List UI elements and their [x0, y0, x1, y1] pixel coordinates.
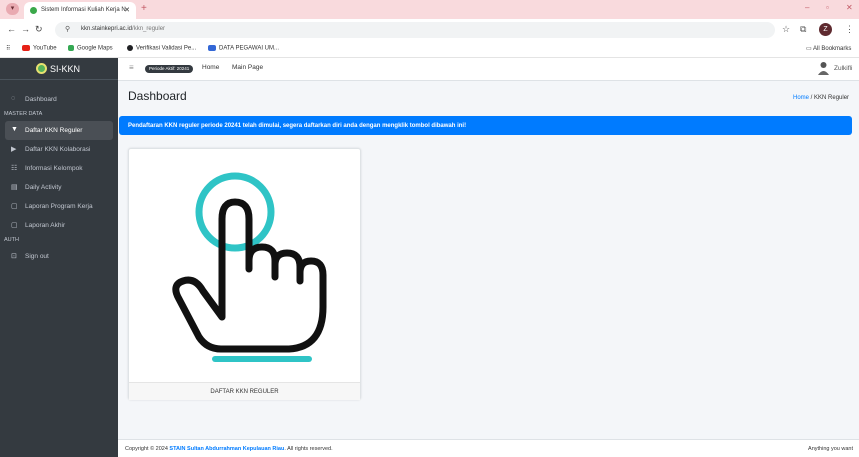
browser-tab[interactable]: Sistem Informasi Kuliah Kerja N ✕ — [24, 2, 136, 19]
sidebar-item-laporan-program-kerja[interactable]: ▢ Laporan Program Kerja — [5, 197, 113, 216]
tab-close-icon[interactable]: ✕ — [124, 6, 130, 14]
copyright-prefix: Copyright © 2024 — [125, 446, 168, 452]
sidebar-item-laporan-akhir[interactable]: ▢ Laporan Akhir — [5, 216, 113, 235]
tab-search-icon[interactable]: ▾ — [6, 3, 19, 15]
user-name[interactable]: Zulkifli — [834, 65, 852, 72]
registration-alert: Pendaftaran KKN reguler periode 20241 te… — [119, 116, 852, 135]
logo-icon — [36, 63, 47, 74]
sidebar: SI-KKN ◌ Dashboard MASTER DATA ▼ Daftar … — [0, 58, 118, 457]
sidebar-item-label: Daftar KKN Kolaborasi — [25, 146, 91, 153]
calendar-icon: ▤ — [11, 184, 18, 191]
bookmarks-bar: ⠿ YouTube Google Maps Verifikasi Validas… — [0, 41, 859, 58]
all-bookmarks[interactable]: ▭ All Bookmarks — [806, 45, 851, 52]
sidebar-item-dashboard[interactable]: ◌ Dashboard — [5, 90, 113, 109]
sign-out-icon: ⊡ — [11, 253, 17, 260]
browser-toolbar: ← → ↻ ⚲ kkn.stainkepri.ac.id/kkn_reguler… — [0, 19, 859, 41]
group-icon: ☷ — [11, 165, 18, 172]
reload-icon[interactable]: ↻ — [35, 24, 43, 35]
sidebar-item-label: Informasi Kelompok — [25, 165, 83, 172]
forward-icon[interactable]: → — [21, 24, 30, 34]
daftar-kkn-reguler-card[interactable]: DAFTAR KKN REGULER — [128, 148, 361, 400]
browser-chrome: ▾ Sistem Informasi Kuliah Kerja N ✕ + – … — [0, 0, 859, 58]
breadcrumb-current: KKN Reguler — [814, 95, 850, 101]
sidebar-item-label: Daftar KKN Reguler — [25, 127, 83, 134]
sidebar-item-label: Sign out — [25, 253, 49, 260]
tab-bar: ▾ Sistem Informasi Kuliah Kerja N ✕ + – … — [0, 0, 859, 19]
back-icon[interactable]: ← — [7, 24, 16, 34]
breadcrumb-home-link[interactable]: Home — [793, 95, 809, 101]
sidebar-section-auth: AUTH — [4, 237, 19, 243]
sidebar-item-daftar-kkn-reguler[interactable]: ▼ Daftar KKN Reguler — [5, 121, 113, 140]
sidebar-item-daily-activity[interactable]: ▤ Daily Activity — [5, 178, 113, 197]
bookmark-verifikasi[interactable]: Verifikasi Validasi Pe... — [127, 45, 196, 52]
url-path: /kkn_reguler — [132, 26, 166, 32]
copyright: Copyright © 2024 STAIN Sultan Abdurrahma… — [125, 446, 333, 452]
sidebar-item-label: Daily Activity — [25, 184, 62, 191]
new-tab-icon[interactable]: + — [141, 3, 147, 14]
sidebar-item-daftar-kkn-kolaborasi[interactable]: ▶ Daftar KKN Kolaborasi — [5, 140, 113, 159]
tab-title: Sistem Informasi Kuliah Kerja N — [41, 7, 126, 13]
site-info-icon[interactable]: ⚲ — [65, 25, 70, 33]
google-maps-icon — [68, 45, 74, 51]
url-host: kkn.stainkepri.ac.id — [81, 26, 133, 32]
flag-icon: ▼ — [11, 126, 18, 133]
minimize-icon[interactable]: – — [805, 3, 809, 12]
window-close-icon[interactable]: ✕ — [846, 3, 853, 12]
profile-avatar[interactable]: Z — [819, 23, 832, 36]
hand-click-icon[interactable] — [129, 149, 362, 381]
sidebar-item-label: Dashboard — [25, 96, 57, 103]
top-navbar: ≡ Periode Aktif: 20241 Home Main Page Zu… — [118, 58, 859, 81]
nav-main-page-link[interactable]: Main Page — [232, 64, 263, 71]
footer: Copyright © 2024 STAIN Sultan Abdurrahma… — [118, 439, 859, 457]
data-icon — [208, 45, 216, 51]
brand-name: SI-KKN — [50, 64, 81, 74]
flag-icon: ▶ — [11, 146, 17, 153]
menu-toggle-icon[interactable]: ≡ — [129, 63, 134, 72]
card-label[interactable]: DAFTAR KKN REGULER — [129, 382, 360, 400]
nav-home-link[interactable]: Home — [202, 64, 219, 71]
apps-icon[interactable]: ⠿ — [6, 45, 10, 52]
document-icon: ▢ — [11, 222, 18, 229]
youtube-icon — [22, 45, 30, 51]
bookmark-data-pegawai[interactable]: DATA PEGAWAI UM... — [208, 45, 279, 52]
breadcrumb: Home / KKN Reguler — [793, 95, 849, 101]
period-badge: Periode Aktif: 20241 — [145, 65, 194, 73]
bookmark-youtube[interactable]: YouTube — [22, 45, 57, 52]
sidebar-item-label: Laporan Program Kerja — [25, 203, 93, 210]
institution-link[interactable]: STAIN Sultan Abdurrahman Kepulauan Riau — [169, 446, 284, 452]
extensions-icon[interactable]: ⧉ — [800, 24, 806, 35]
dashboard-icon: ◌ — [11, 95, 16, 102]
footer-right-text: Anything you want — [808, 446, 853, 452]
sidebar-item-informasi-kelompok[interactable]: ☷ Informasi Kelompok — [5, 159, 113, 178]
web-icon — [127, 45, 133, 51]
document-icon: ▢ — [11, 203, 18, 210]
user-avatar[interactable] — [818, 61, 829, 75]
brand[interactable]: SI-KKN — [0, 58, 118, 80]
sidebar-item-label: Laporan Akhir — [25, 222, 66, 229]
folder-icon: ▭ — [806, 46, 814, 52]
restore-icon[interactable]: ▫ — [826, 3, 829, 12]
bookmark-star-icon[interactable]: ☆ — [782, 24, 790, 35]
address-bar[interactable]: ⚲ kkn.stainkepri.ac.id/kkn_reguler — [55, 22, 775, 38]
browser-menu-icon[interactable]: ⋮ — [845, 24, 854, 35]
sidebar-section-master-data: MASTER DATA — [4, 111, 43, 117]
sidebar-menu: ◌ Dashboard MASTER DATA ▼ Daftar KKN Reg… — [0, 80, 118, 266]
bookmark-google-maps[interactable]: Google Maps — [68, 45, 113, 52]
copyright-suffix: . All rights reserved. — [284, 446, 333, 452]
page-title: Dashboard — [128, 89, 187, 103]
sidebar-item-sign-out[interactable]: ⊡ Sign out — [5, 247, 113, 266]
site-favicon-icon — [30, 7, 37, 14]
